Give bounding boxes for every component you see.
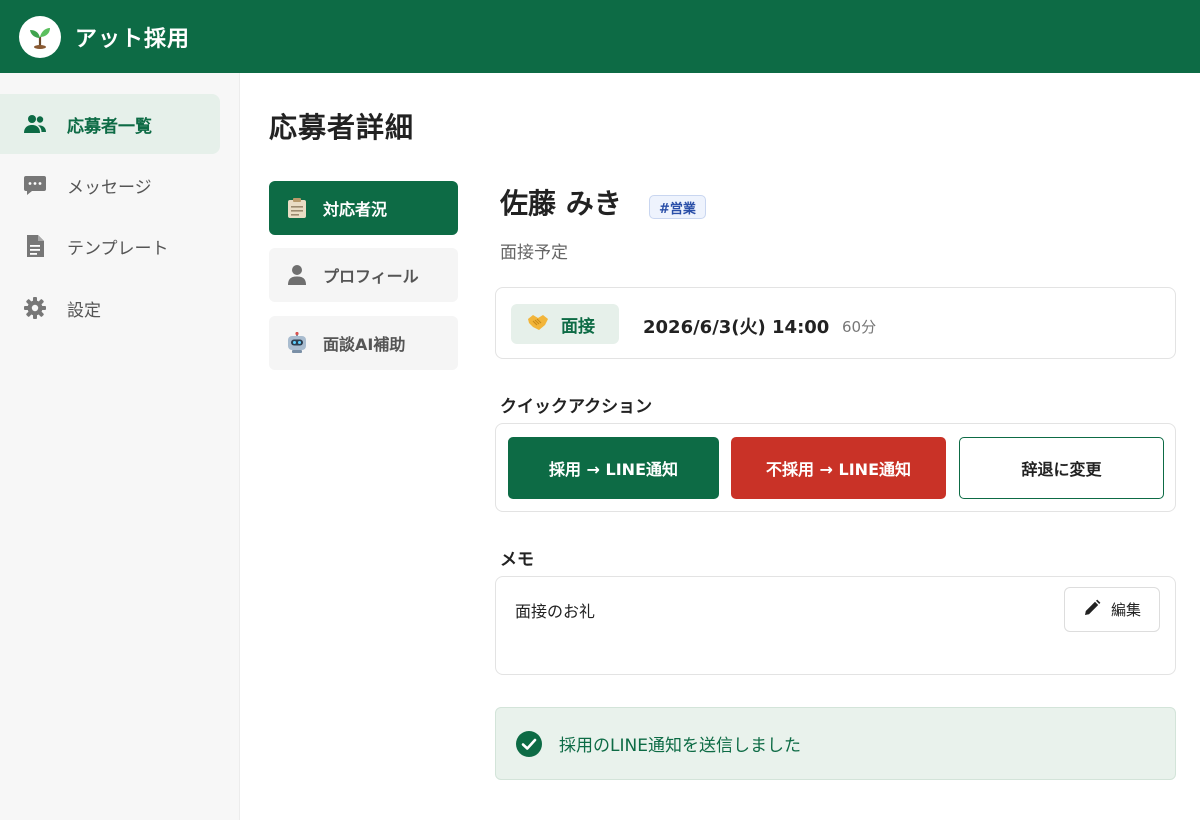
app-title[interactable]: アット採用	[75, 21, 190, 53]
check-circle-icon	[515, 730, 543, 758]
hire-line-notify-button[interactable]: 採用 → LINE通知	[508, 437, 719, 499]
tab-label: プロフィール	[323, 267, 419, 286]
tab-label: 面談AI補助	[323, 335, 406, 354]
edit-memo-button[interactable]: 編集	[1064, 587, 1160, 632]
gear-icon	[23, 296, 47, 320]
interview-card: 面接 2026/6/3(火) 14:00 60分	[495, 287, 1176, 359]
clipboard-icon	[286, 197, 308, 219]
sprout-icon[interactable]	[19, 15, 61, 58]
memo-title: メモ	[500, 550, 534, 570]
applicant-status: 面接予定	[500, 243, 568, 263]
sidebar-item-label: 応募者一覧	[67, 116, 152, 137]
person-icon	[286, 264, 308, 286]
app-header: アット採用	[0, 0, 1200, 73]
page-title: 応募者詳細	[269, 111, 415, 144]
memo-text: 面接のお礼	[515, 602, 596, 621]
robot-icon	[286, 332, 308, 354]
handshake-icon	[527, 313, 549, 336]
tab-label: 対応者況	[323, 200, 388, 219]
toast-message: 採用のLINE通知を送信しました	[559, 736, 801, 756]
message-icon	[23, 173, 47, 197]
tab-profile[interactable]: プロフィール	[269, 248, 458, 302]
change-to-declined-button[interactable]: 辞退に変更	[959, 437, 1164, 499]
sidebar-item-templates[interactable]: テンプレート	[0, 216, 220, 276]
tab-interview-ai[interactable]: 面談AI補助	[269, 316, 458, 370]
sidebar-item-label: 設定	[67, 300, 101, 321]
success-toast: 採用のLINE通知を送信しました	[495, 707, 1176, 780]
users-icon	[23, 112, 47, 136]
sidebar-item-settings[interactable]: 設定	[0, 278, 220, 338]
quick-actions-card: 採用 → LINE通知 不採用 → LINE通知 辞退に変更	[495, 423, 1176, 512]
pencil-icon	[1083, 599, 1101, 621]
edit-memo-label: 編集	[1110, 601, 1141, 619]
sidebar-item-applicants[interactable]: 応募者一覧	[0, 94, 220, 154]
interview-duration: 60分	[842, 318, 877, 336]
interview-datetime: 2026/6/3(火) 14:00	[643, 317, 830, 338]
reject-line-notify-button[interactable]: 不採用 → LINE通知	[731, 437, 946, 499]
sidebar-item-messages[interactable]: メッセージ	[0, 155, 220, 215]
tab-status[interactable]: 対応者況	[269, 181, 458, 235]
applicant-name: 佐藤 みき	[500, 187, 622, 220]
quick-actions-title: クイックアクション	[500, 397, 653, 417]
interview-badge-label: 面接	[561, 316, 595, 337]
memo-card: 面接のお礼 編集	[495, 576, 1176, 675]
interview-badge: 面接	[511, 304, 619, 344]
sidebar: 応募者一覧 メッセージ テンプレート 設定	[0, 73, 240, 820]
department-tag: #営業	[649, 195, 706, 219]
sidebar-item-label: テンプレート	[67, 238, 169, 259]
sidebar-item-label: メッセージ	[67, 177, 152, 198]
document-icon	[23, 234, 47, 258]
